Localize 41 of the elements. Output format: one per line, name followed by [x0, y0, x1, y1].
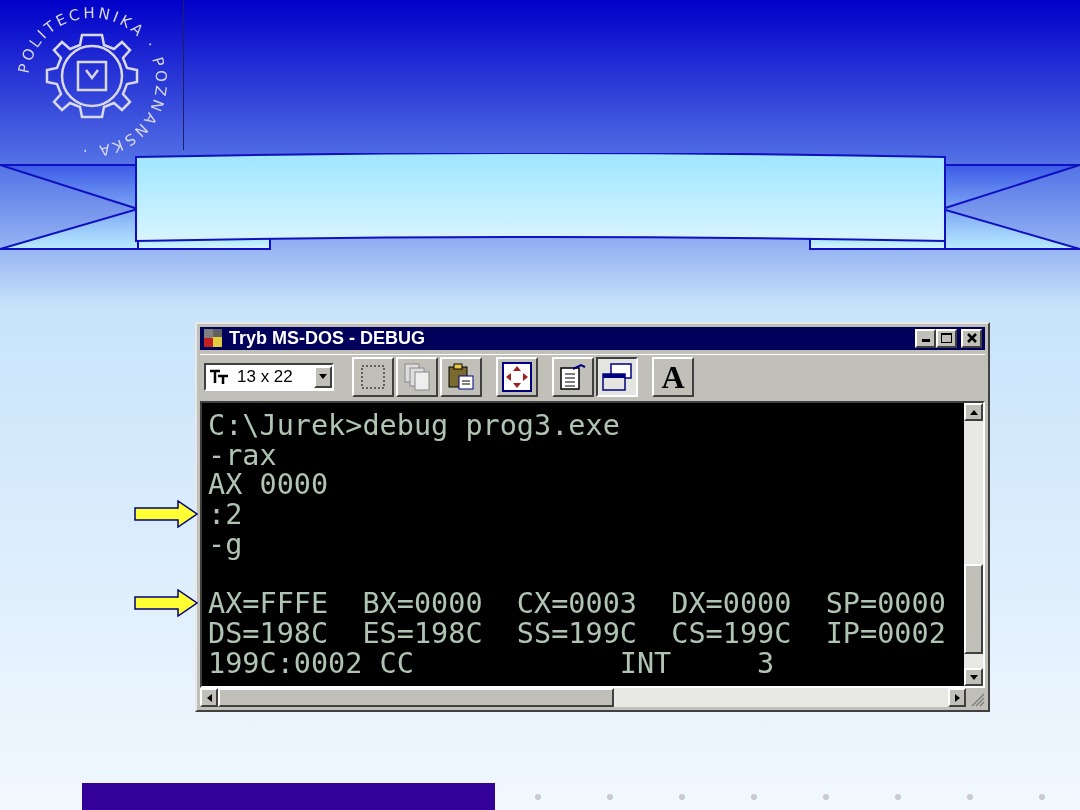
vertical-scrollbar[interactable] [964, 403, 983, 686]
close-button[interactable] [961, 328, 982, 348]
console-line: :2 [208, 500, 243, 530]
left-arrow-icon [206, 693, 212, 702]
console-line: -rax [208, 440, 277, 471]
console-line: AX 0000 [208, 470, 329, 501]
console-line: C:\Jurek>debug prog3.exe [208, 411, 620, 441]
console-line: AX=FFFE BX=0000 CX=0003 DX=0000 SP=0000 [208, 589, 946, 619]
horizontal-scrollbar[interactable] [200, 688, 985, 707]
window-title: Tryb MS-DOS - DEBUG [229, 329, 425, 348]
scroll-left-button[interactable] [200, 688, 218, 707]
maximize-icon [941, 333, 952, 344]
up-arrow-icon [969, 409, 978, 415]
size-grip-icon[interactable] [966, 688, 985, 707]
fullscreen-icon [502, 361, 532, 392]
maximize-button[interactable] [936, 328, 957, 348]
console-line: 199C:0002 CC INT 3 [208, 648, 775, 679]
font-size-dropdown[interactable]: 13 x 22 [204, 362, 334, 391]
scroll-up-button[interactable] [964, 403, 983, 421]
clipboard-icon [447, 362, 475, 391]
dropdown-button[interactable] [314, 365, 332, 388]
scroll-thumb[interactable] [218, 688, 614, 707]
console-line: -g [208, 529, 243, 560]
scroll-down-button[interactable] [964, 668, 983, 686]
selection-icon [360, 363, 386, 390]
scroll-right-button[interactable] [948, 688, 966, 707]
right-arrow-icon [954, 693, 960, 702]
properties-icon [559, 362, 587, 391]
ms-dos-icon [203, 328, 223, 349]
console-line: DS=198C ES=198C SS=199C CS=199C IP=0002 [208, 618, 946, 649]
copy-icon [403, 361, 431, 392]
toolbar-button[interactable] [596, 356, 638, 397]
toolbar-button[interactable]: A [652, 356, 694, 397]
font-size-icon [209, 368, 231, 385]
font-size-value: 13 x 22 [237, 366, 294, 389]
down-arrow-icon [969, 674, 978, 680]
windows-icon [601, 361, 633, 392]
scroll-thumb[interactable] [964, 564, 983, 654]
caret-icon [319, 374, 327, 380]
close-icon [966, 333, 977, 344]
minimize-button[interactable] [915, 328, 936, 348]
